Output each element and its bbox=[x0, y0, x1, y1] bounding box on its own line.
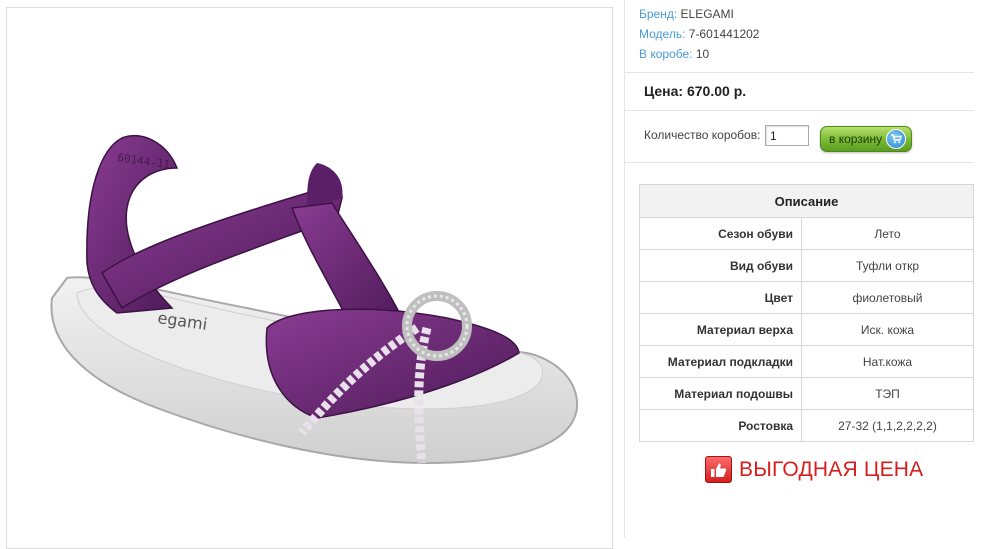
divider-1 bbox=[625, 72, 974, 73]
row-key: Сезон обуви bbox=[639, 217, 802, 250]
row-key: Цвет bbox=[639, 281, 802, 314]
row-value: Иск. кожа bbox=[801, 313, 974, 346]
row-key: Материал верха bbox=[639, 313, 802, 346]
row-value: Нат.кожа bbox=[801, 345, 974, 378]
row-value: Туфли откр bbox=[801, 249, 974, 282]
row-value: 27-32 (1,1,2,2,2,2) bbox=[801, 409, 974, 442]
model-row: Модель: 7-601441202 bbox=[639, 24, 759, 44]
row-value: Лето bbox=[801, 217, 974, 250]
box-value: 10 bbox=[695, 47, 710, 61]
model-label: Модель: bbox=[639, 27, 686, 41]
qty-label: Количество коробов: bbox=[644, 128, 761, 142]
row-key: Материал подошвы bbox=[639, 377, 802, 410]
cart-icon bbox=[886, 129, 907, 149]
model-value: 7-601441202 bbox=[688, 27, 760, 41]
row-key: Ростовка bbox=[639, 409, 802, 442]
table-row: Вид обуви Туфли откр bbox=[639, 249, 974, 282]
table-row: Ростовка 27-32 (1,1,2,2,2,2) bbox=[639, 409, 974, 442]
add-to-cart-button[interactable]: в корзину bbox=[820, 126, 912, 152]
product-image: 60144-11 egami bbox=[50, 134, 579, 465]
table-row: Материал подкладки Нат.кожа bbox=[639, 345, 974, 378]
thumbs-up-icon bbox=[705, 456, 732, 483]
row-key: Вид обуви bbox=[639, 249, 802, 282]
box-row: В коробе: 10 bbox=[639, 44, 759, 64]
description-title: Описание bbox=[639, 184, 974, 218]
brand-label: Бренд: bbox=[639, 7, 678, 21]
add-to-cart-label: в корзину bbox=[829, 132, 883, 146]
table-row: Сезон обуви Лето bbox=[639, 217, 974, 250]
product-image-frame[interactable]: 60144-11 egami bbox=[6, 7, 613, 549]
qty-input[interactable] bbox=[765, 125, 809, 146]
table-row: Материал верха Иск. кожа bbox=[639, 313, 974, 346]
promo-text: ВЫГОДНАЯ ЦЕНА bbox=[739, 457, 924, 481]
price-text: Цена: 670.00 р. bbox=[644, 83, 747, 99]
table-row: Материал подошвы ТЭП bbox=[639, 377, 974, 410]
row-value: фиолетовый bbox=[801, 281, 974, 314]
table-row: Цвет фиолетовый bbox=[639, 281, 974, 314]
box-label: В коробе: bbox=[639, 47, 693, 61]
divider-3 bbox=[625, 162, 974, 163]
product-meta: Бренд: ELEGAMI Модель: 7-601441202 В кор… bbox=[639, 4, 759, 64]
promo-banner: ВЫГОДНАЯ ЦЕНА bbox=[705, 456, 923, 483]
row-key: Материал подкладки bbox=[639, 345, 802, 378]
divider-2 bbox=[625, 110, 974, 111]
brand-row: Бренд: ELEGAMI bbox=[639, 4, 759, 24]
description-table: Описание Сезон обуви Лето Вид обуви Туфл… bbox=[639, 184, 974, 442]
row-value: ТЭП bbox=[801, 377, 974, 410]
column-divider bbox=[624, 0, 625, 538]
brand-value: ELEGAMI bbox=[680, 7, 734, 21]
